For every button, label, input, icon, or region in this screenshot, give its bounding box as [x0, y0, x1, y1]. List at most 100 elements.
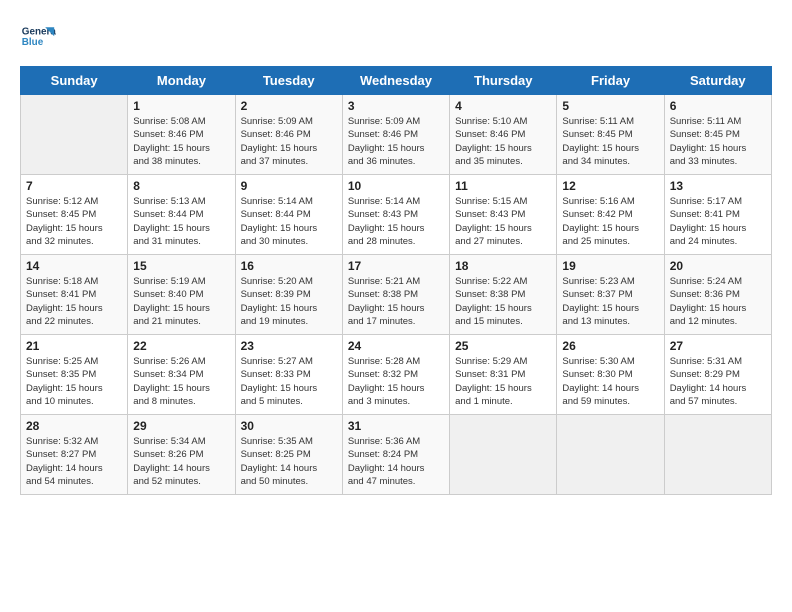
- header: General Blue: [20, 20, 772, 56]
- day-number: 20: [670, 259, 766, 273]
- day-number: 24: [348, 339, 444, 353]
- day-detail: Sunrise: 5:09 AM Sunset: 8:46 PM Dayligh…: [348, 115, 444, 168]
- calendar-week-row: 21Sunrise: 5:25 AM Sunset: 8:35 PM Dayli…: [21, 335, 772, 415]
- day-detail: Sunrise: 5:19 AM Sunset: 8:40 PM Dayligh…: [133, 275, 229, 328]
- calendar-cell: 6 Sunrise: 5:11 AM Sunset: 8:45 PM Daylig…: [664, 95, 771, 175]
- day-number: 31: [348, 419, 444, 433]
- calendar-cell: [21, 95, 128, 175]
- calendar-cell: 3 Sunrise: 5:09 AM Sunset: 8:46 PM Daylig…: [342, 95, 449, 175]
- calendar-cell: 18Sunrise: 5:22 AM Sunset: 8:38 PM Dayli…: [450, 255, 557, 335]
- calendar-cell: 24 Sunrise: 5:28 AM Sunset: 8:32 PM Dayli…: [342, 335, 449, 415]
- day-detail: Sunrise: 5:23 AM Sunset: 8:37 PM Dayligh…: [562, 275, 658, 328]
- day-detail: Sunrise: 5:24 AM Sunset: 8:36 PM Dayligh…: [670, 275, 766, 328]
- calendar-week-row: 14 Sunrise: 5:18 AM Sunset: 8:41 PM Dayli…: [21, 255, 772, 335]
- day-number: 1: [133, 99, 229, 113]
- day-number: 3: [348, 99, 444, 113]
- day-detail: Sunrise: 5:28 AM Sunset: 8:32 PM Dayligh…: [348, 355, 444, 408]
- day-header: Tuesday: [235, 67, 342, 95]
- calendar-week-row: 7Sunrise: 5:12 AM Sunset: 8:45 PM Daylig…: [21, 175, 772, 255]
- day-header: Thursday: [450, 67, 557, 95]
- calendar-cell: [557, 415, 664, 495]
- svg-text:Blue: Blue: [22, 37, 44, 48]
- header-row: SundayMondayTuesdayWednesdayThursdayFrid…: [21, 67, 772, 95]
- day-number: 7: [26, 179, 122, 193]
- day-number: 21: [26, 339, 122, 353]
- day-number: 13: [670, 179, 766, 193]
- calendar-cell: 1 Sunrise: 5:08 AM Sunset: 8:46 PM Daylig…: [128, 95, 235, 175]
- day-number: 16: [241, 259, 337, 273]
- day-detail: Sunrise: 5:11 AM Sunset: 8:45 PM Dayligh…: [670, 115, 766, 168]
- calendar-cell: 19 Sunrise: 5:23 AM Sunset: 8:37 PM Dayli…: [557, 255, 664, 335]
- day-detail: Sunrise: 5:11 AM Sunset: 8:45 PM Dayligh…: [562, 115, 658, 168]
- day-detail: Sunrise: 5:10 AM Sunset: 8:46 PM Dayligh…: [455, 115, 551, 168]
- calendar-cell: 5Sunrise: 5:11 AM Sunset: 8:45 PM Daylig…: [557, 95, 664, 175]
- calendar-cell: 13 Sunrise: 5:17 AM Sunset: 8:41 PM Dayli…: [664, 175, 771, 255]
- day-detail: Sunrise: 5:27 AM Sunset: 8:33 PM Dayligh…: [241, 355, 337, 408]
- logo-icon: General Blue: [20, 20, 56, 56]
- calendar-cell: 29 Sunrise: 5:34 AM Sunset: 8:26 PM Dayli…: [128, 415, 235, 495]
- calendar-cell: 26Sunrise: 5:30 AM Sunset: 8:30 PM Dayli…: [557, 335, 664, 415]
- calendar-cell: 9 Sunrise: 5:14 AM Sunset: 8:44 PM Daylig…: [235, 175, 342, 255]
- calendar-cell: 28 Sunrise: 5:32 AM Sunset: 8:27 PM Dayli…: [21, 415, 128, 495]
- calendar-cell: 10Sunrise: 5:14 AM Sunset: 8:43 PM Dayli…: [342, 175, 449, 255]
- day-detail: Sunrise: 5:20 AM Sunset: 8:39 PM Dayligh…: [241, 275, 337, 328]
- day-number: 12: [562, 179, 658, 193]
- day-detail: Sunrise: 5:18 AM Sunset: 8:41 PM Dayligh…: [26, 275, 122, 328]
- day-detail: Sunrise: 5:13 AM Sunset: 8:44 PM Dayligh…: [133, 195, 229, 248]
- calendar-cell: 20 Sunrise: 5:24 AM Sunset: 8:36 PM Dayli…: [664, 255, 771, 335]
- day-header: Friday: [557, 67, 664, 95]
- day-detail: Sunrise: 5:21 AM Sunset: 8:38 PM Dayligh…: [348, 275, 444, 328]
- day-header: Monday: [128, 67, 235, 95]
- day-header: Saturday: [664, 67, 771, 95]
- calendar-cell: 14 Sunrise: 5:18 AM Sunset: 8:41 PM Dayli…: [21, 255, 128, 335]
- day-detail: Sunrise: 5:35 AM Sunset: 8:25 PM Dayligh…: [241, 435, 337, 488]
- day-detail: Sunrise: 5:22 AM Sunset: 8:38 PM Dayligh…: [455, 275, 551, 328]
- day-number: 19: [562, 259, 658, 273]
- calendar-cell: 2Sunrise: 5:09 AM Sunset: 8:46 PM Daylig…: [235, 95, 342, 175]
- day-number: 22: [133, 339, 229, 353]
- day-detail: Sunrise: 5:09 AM Sunset: 8:46 PM Dayligh…: [241, 115, 337, 168]
- calendar-cell: 25Sunrise: 5:29 AM Sunset: 8:31 PM Dayli…: [450, 335, 557, 415]
- day-detail: Sunrise: 5:16 AM Sunset: 8:42 PM Dayligh…: [562, 195, 658, 248]
- day-detail: Sunrise: 5:26 AM Sunset: 8:34 PM Dayligh…: [133, 355, 229, 408]
- day-number: 6: [670, 99, 766, 113]
- day-number: 10: [348, 179, 444, 193]
- calendar-cell: 31 Sunrise: 5:36 AM Sunset: 8:24 PM Dayli…: [342, 415, 449, 495]
- calendar-table: SundayMondayTuesdayWednesdayThursdayFrid…: [20, 66, 772, 495]
- day-number: 4: [455, 99, 551, 113]
- day-number: 15: [133, 259, 229, 273]
- day-number: 28: [26, 419, 122, 433]
- day-number: 9: [241, 179, 337, 193]
- day-detail: Sunrise: 5:08 AM Sunset: 8:46 PM Dayligh…: [133, 115, 229, 168]
- calendar-cell: 4 Sunrise: 5:10 AM Sunset: 8:46 PM Daylig…: [450, 95, 557, 175]
- day-header: Wednesday: [342, 67, 449, 95]
- day-number: 17: [348, 259, 444, 273]
- calendar-cell: 11Sunrise: 5:15 AM Sunset: 8:43 PM Dayli…: [450, 175, 557, 255]
- day-number: 14: [26, 259, 122, 273]
- day-number: 30: [241, 419, 337, 433]
- day-detail: Sunrise: 5:34 AM Sunset: 8:26 PM Dayligh…: [133, 435, 229, 488]
- day-number: 26: [562, 339, 658, 353]
- logo: General Blue: [20, 20, 56, 56]
- calendar-cell: 30 Sunrise: 5:35 AM Sunset: 8:25 PM Dayli…: [235, 415, 342, 495]
- day-number: 29: [133, 419, 229, 433]
- day-detail: Sunrise: 5:14 AM Sunset: 8:44 PM Dayligh…: [241, 195, 337, 248]
- calendar-cell: 15 Sunrise: 5:19 AM Sunset: 8:40 PM Dayli…: [128, 255, 235, 335]
- day-number: 25: [455, 339, 551, 353]
- day-number: 11: [455, 179, 551, 193]
- calendar-cell: 12 Sunrise: 5:16 AM Sunset: 8:42 PM Dayli…: [557, 175, 664, 255]
- calendar-week-row: 28 Sunrise: 5:32 AM Sunset: 8:27 PM Dayli…: [21, 415, 772, 495]
- day-detail: Sunrise: 5:17 AM Sunset: 8:41 PM Dayligh…: [670, 195, 766, 248]
- calendar-cell: 16 Sunrise: 5:20 AM Sunset: 8:39 PM Dayli…: [235, 255, 342, 335]
- calendar-cell: 21Sunrise: 5:25 AM Sunset: 8:35 PM Dayli…: [21, 335, 128, 415]
- calendar-cell: 22 Sunrise: 5:26 AM Sunset: 8:34 PM Dayli…: [128, 335, 235, 415]
- day-detail: Sunrise: 5:32 AM Sunset: 8:27 PM Dayligh…: [26, 435, 122, 488]
- day-number: 27: [670, 339, 766, 353]
- day-header: Sunday: [21, 67, 128, 95]
- day-detail: Sunrise: 5:31 AM Sunset: 8:29 PM Dayligh…: [670, 355, 766, 408]
- calendar-cell: [450, 415, 557, 495]
- day-number: 23: [241, 339, 337, 353]
- day-detail: Sunrise: 5:36 AM Sunset: 8:24 PM Dayligh…: [348, 435, 444, 488]
- calendar-cell: 8Sunrise: 5:13 AM Sunset: 8:44 PM Daylig…: [128, 175, 235, 255]
- calendar-cell: 7Sunrise: 5:12 AM Sunset: 8:45 PM Daylig…: [21, 175, 128, 255]
